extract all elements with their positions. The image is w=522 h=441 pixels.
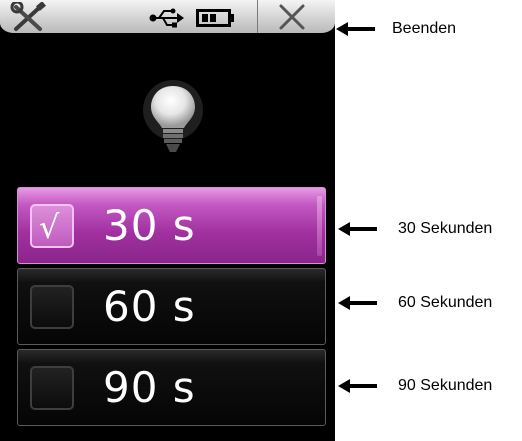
arrow-left-icon bbox=[338, 222, 377, 236]
top-bar bbox=[0, 0, 335, 45]
option-90-seconds[interactable]: 90 s bbox=[17, 349, 326, 426]
callout-30-seconds-text: 30 Sekunden bbox=[398, 220, 493, 237]
option-label-60: 60 s bbox=[103, 282, 196, 331]
usb-icon bbox=[148, 7, 184, 29]
option-60-seconds[interactable]: 60 s bbox=[17, 268, 326, 345]
checkbox-60-seconds[interactable] bbox=[30, 285, 74, 329]
close-icon bbox=[279, 4, 305, 30]
checkbox-90-seconds[interactable] bbox=[30, 366, 74, 410]
checkbox-30-seconds[interactable]: √ bbox=[30, 204, 74, 248]
option-30-seconds[interactable]: √ 30 s bbox=[17, 187, 326, 264]
tools-icon[interactable] bbox=[10, 0, 48, 32]
callout-90-seconds-text: 90 Sekunden bbox=[398, 377, 493, 394]
option-label-30: 30 s bbox=[103, 201, 196, 250]
close-button[interactable] bbox=[260, 0, 335, 33]
arrow-left-icon bbox=[336, 22, 375, 36]
callout-beenden-text: Beenden bbox=[392, 20, 457, 37]
checkmark-icon: √ bbox=[39, 208, 60, 246]
arrow-left-icon bbox=[338, 379, 377, 393]
option-highlight-edge bbox=[317, 196, 322, 256]
device-screen: √ 30 s 60 s 90 s bbox=[0, 0, 335, 441]
option-label-90: 90 s bbox=[103, 363, 196, 412]
callout-60-seconds-text: 60 Sekunden bbox=[398, 294, 493, 311]
battery-icon bbox=[196, 8, 236, 28]
arrow-left-icon bbox=[338, 296, 377, 310]
light-bulb-icon bbox=[141, 80, 205, 160]
top-bar-divider bbox=[257, 0, 258, 33]
page: √ 30 s 60 s 90 s Beenden 30 Sekunden 60 … bbox=[0, 0, 522, 441]
